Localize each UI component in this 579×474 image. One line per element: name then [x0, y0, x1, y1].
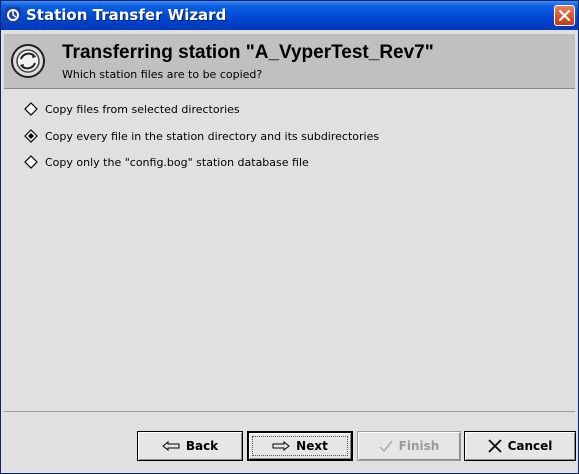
app-icon	[5, 7, 21, 23]
option-label: Copy files from selected directories	[45, 102, 240, 116]
radio-diamond-icon[interactable]	[24, 155, 38, 169]
option-label: Copy every file in the station directory…	[45, 129, 380, 143]
option-every-file[interactable]: Copy every file in the station directory…	[24, 127, 379, 145]
wizard-window: Station Transfer Wizard Transferring sta…	[0, 0, 579, 474]
radio-diamond-icon[interactable]	[24, 102, 38, 116]
arrow-right-icon	[272, 441, 290, 451]
close-button[interactable]	[554, 5, 575, 26]
window-title: Station Transfer Wizard	[26, 6, 227, 24]
x-icon	[488, 439, 502, 453]
back-label: Back	[185, 439, 219, 453]
title-bar[interactable]: Station Transfer Wizard	[1, 1, 578, 30]
back-button[interactable]: Back	[137, 431, 243, 461]
finish-button[interactable]: Finish	[357, 431, 461, 461]
finish-label: Finish	[398, 439, 440, 453]
copy-options: Copy files from selected directories Cop…	[4, 89, 575, 411]
option-label: Copy only the "config.bog" station datab…	[45, 155, 309, 169]
wizard-header: Transferring station "A_VyperTest_Rev7" …	[4, 34, 575, 89]
next-button[interactable]: Next	[247, 431, 353, 461]
transfer-icon	[10, 43, 46, 82]
page-subtitle: Which station files are to be copied?	[62, 68, 263, 81]
next-label: Next	[296, 439, 328, 453]
cancel-label: Cancel	[507, 439, 553, 453]
close-icon	[559, 10, 570, 21]
option-selected-directories[interactable]: Copy files from selected directories	[24, 100, 240, 118]
cancel-button[interactable]: Cancel	[464, 431, 576, 461]
page-title: Transferring station "A_VyperTest_Rev7"	[62, 42, 434, 63]
button-bar: Back Next Finish Cancel	[4, 411, 576, 473]
radio-diamond-selected-icon[interactable]	[24, 129, 38, 143]
option-config-bog-only[interactable]: Copy only the "config.bog" station datab…	[24, 153, 309, 171]
checkmark-icon	[379, 440, 393, 452]
arrow-left-icon	[162, 441, 180, 451]
